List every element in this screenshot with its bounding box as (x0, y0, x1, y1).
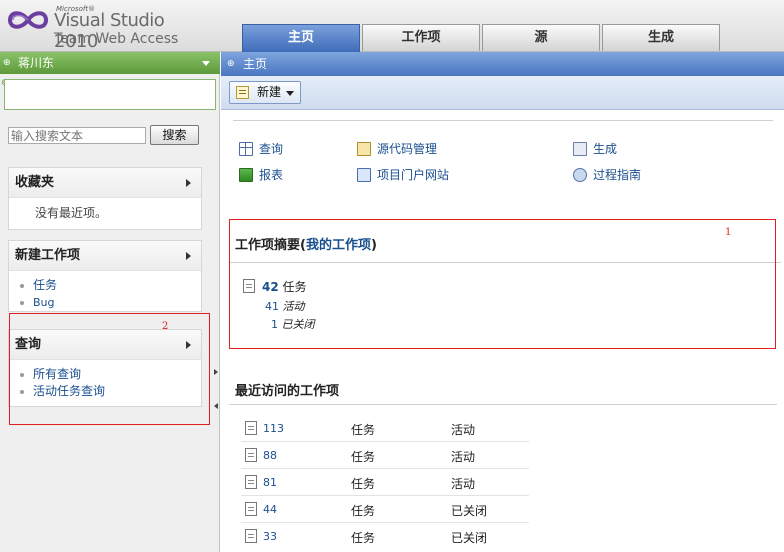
app-header: Microsoft® Visual Studio 2010 Team Web A… (0, 0, 784, 52)
portal-icon (357, 168, 371, 182)
annotation-box-2 (9, 313, 210, 425)
table-row[interactable]: 33 任务 已关闭 (241, 523, 529, 550)
new-button-label: 新建 (257, 85, 282, 99)
pin-icon[interactable]: ⊕ (3, 52, 11, 74)
quick-link-project-portal-label: 项目门户网站 (377, 168, 450, 182)
query-table-icon (239, 142, 253, 156)
tab-work-items[interactable]: 工作项 (362, 24, 480, 51)
row-type: 任务 (351, 423, 376, 437)
row-id[interactable]: 44 (263, 503, 277, 516)
process-guidance-icon (573, 168, 587, 182)
chevron-right-icon[interactable] (186, 252, 191, 260)
chevron-right-icon[interactable] (186, 179, 191, 187)
quick-link-process-guidance-label: 过程指南 (593, 168, 642, 182)
quick-link-query[interactable]: 查询 (237, 141, 283, 157)
infinity-logo-icon (7, 11, 49, 29)
annotation-box-1 (229, 219, 776, 349)
work-item-icon (245, 421, 257, 435)
build-calendar-icon (573, 142, 587, 156)
user-name: 蒋川东 (18, 56, 55, 70)
logo-subtitle: Team Web Access (54, 31, 179, 47)
table-row[interactable]: 88 任务 活动 (241, 442, 529, 469)
collapse-right-icon[interactable] (214, 369, 218, 375)
new-work-item-title: 新建工作项 (15, 248, 81, 263)
chevron-down-icon[interactable] (286, 91, 294, 96)
new-bug-link[interactable]: Bug (17, 294, 201, 311)
row-type: 任务 (351, 504, 376, 518)
user-panel (4, 79, 216, 110)
source-control-icon (357, 142, 371, 156)
quick-link-source-control-label: 源代码管理 (377, 142, 438, 156)
new-button[interactable]: 新建 (229, 81, 301, 104)
new-work-item-header[interactable]: 新建工作项 (9, 241, 201, 271)
annotation-label-2: 2 (162, 321, 169, 332)
new-document-icon (236, 86, 249, 99)
row-type: 任务 (351, 477, 376, 491)
breadcrumb-home: 主页 (243, 57, 268, 71)
divider (229, 404, 777, 405)
row-type: 任务 (351, 450, 376, 464)
work-item-icon (245, 529, 257, 543)
divider (233, 120, 773, 121)
chevron-down-icon[interactable] (202, 61, 210, 66)
visual-studio-logo: Microsoft® Visual Studio 2010 Team Web A… (4, 3, 204, 52)
favorites-header[interactable]: 收藏夹 (9, 168, 201, 198)
row-state: 活动 (451, 423, 476, 437)
row-id[interactable]: 88 (263, 449, 277, 462)
row-state: 活动 (451, 477, 476, 491)
quick-link-project-portal[interactable]: 项目门户网站 (355, 167, 449, 183)
table-row[interactable]: 81 任务 活动 (241, 469, 529, 496)
recent-items-title: 最近访问的工作项 (235, 384, 340, 399)
pin-icon[interactable]: ⊕ (227, 52, 235, 76)
favorites-empty-text: 没有最近项。 (35, 206, 108, 220)
quick-link-report[interactable]: 报表 (237, 167, 283, 183)
annotation-label-1: 1 (725, 227, 732, 238)
user-bar[interactable]: ⊕ 蒋川东 (0, 52, 220, 74)
breadcrumb: ⊕ 主页 (221, 52, 784, 76)
quick-link-report-label: 报表 (259, 168, 284, 182)
row-state: 已关闭 (451, 531, 488, 545)
row-type: 任务 (351, 531, 376, 545)
row-state: 活动 (451, 450, 476, 464)
report-icon (239, 168, 253, 182)
collapse-left-icon[interactable] (214, 403, 218, 409)
table-row[interactable]: 44 任务 已关闭 (241, 496, 529, 523)
row-state: 已关闭 (451, 504, 488, 518)
search-input[interactable] (8, 127, 146, 144)
work-item-icon (245, 475, 257, 489)
row-id[interactable]: 113 (263, 422, 284, 435)
tab-build[interactable]: 生成 (602, 24, 720, 51)
row-id[interactable]: 33 (263, 530, 277, 543)
tab-source[interactable]: 源 (482, 24, 600, 51)
toolbar: 新建 (221, 76, 784, 110)
quick-link-build-label: 生成 (593, 142, 618, 156)
quick-link-query-label: 查询 (259, 142, 284, 156)
favorites-title: 收藏夹 (15, 175, 55, 190)
sidebar: ⊕ 蒋川东 ⊕ 搜索 收藏夹 没有最近项。 新建工作项 任务 Bug 查询 所有… (0, 52, 220, 552)
row-id[interactable]: 81 (263, 476, 277, 489)
search-button[interactable]: 搜索 (150, 125, 199, 145)
table-row[interactable]: 113 任务 活动 (241, 415, 529, 442)
favorites-panel: 收藏夹 没有最近项。 (8, 167, 202, 230)
quick-link-build[interactable]: 生成 (571, 141, 617, 157)
new-work-item-panel: 新建工作项 任务 Bug (8, 240, 202, 312)
quick-link-process-guidance[interactable]: 过程指南 (571, 167, 641, 183)
work-item-icon (245, 502, 257, 516)
new-task-link[interactable]: 任务 (17, 277, 201, 294)
pane-splitter[interactable] (214, 367, 220, 415)
tab-home[interactable]: 主页 (242, 24, 360, 52)
quick-link-source-control[interactable]: 源代码管理 (355, 141, 437, 157)
work-item-icon (245, 448, 257, 462)
